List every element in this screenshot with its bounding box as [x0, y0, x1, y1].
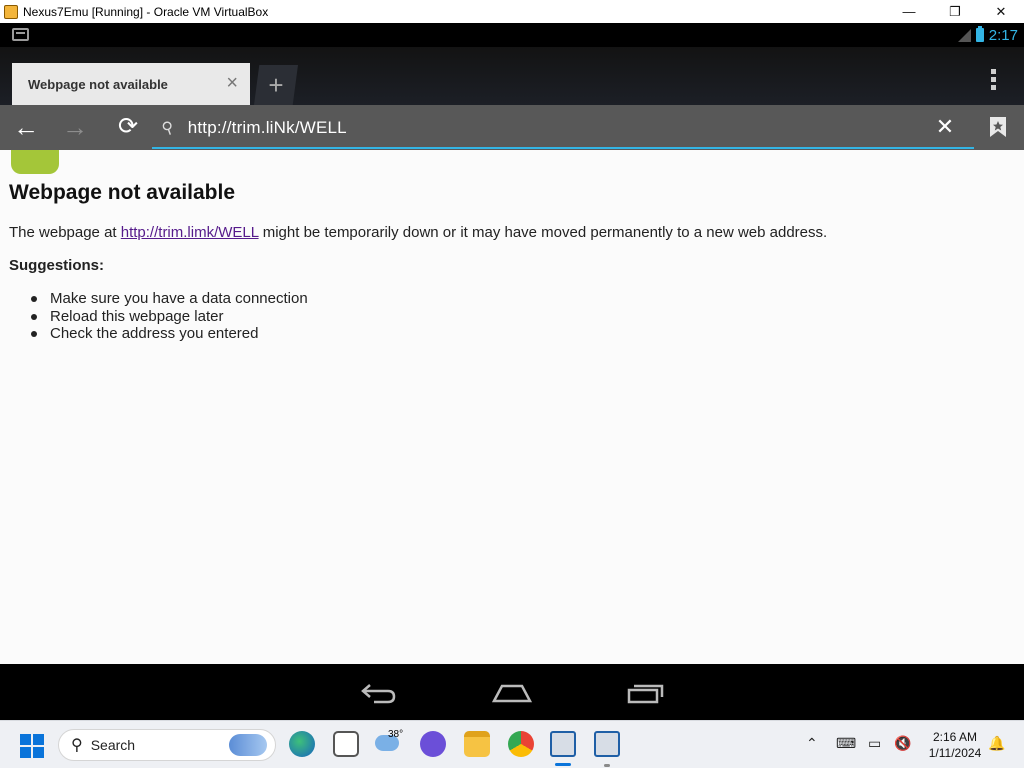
new-tab-button[interactable]: + — [254, 65, 298, 105]
search-highlight-icon — [229, 734, 267, 756]
clear-url-icon[interactable]: ✕ — [932, 113, 958, 141]
taskbar-search[interactable]: ⚲ Search — [58, 729, 276, 761]
clock-time: 2:16 AM — [932, 730, 978, 744]
chevron-up-icon[interactable]: ⌃ — [806, 735, 818, 752]
window-controls: — ❐ ✕ — [886, 0, 1024, 23]
web-content: Webpage not available The webpage at htt… — [0, 150, 1024, 664]
browser-tab-strip: Webpage not available × + — [0, 47, 1024, 105]
notification-bell-icon[interactable]: 🔔 — [988, 735, 1005, 752]
file-explorer-icon[interactable] — [464, 731, 490, 757]
close-window-button[interactable]: ✕ — [978, 0, 1024, 23]
minimize-button[interactable]: — — [886, 0, 932, 23]
back-icon[interactable]: ← — [12, 113, 40, 141]
android-status-bar: 2:17 — [0, 23, 1024, 47]
failed-url-link[interactable]: http://trim.limk/WELL — [121, 224, 259, 241]
error-text-after: might be temporarily down or it may have… — [258, 224, 828, 241]
windows-taskbar: ⚲ Search 38° ⌃ ⌨ ▭ 🔇 2:16 AM 1/11/2024 🔔 — [0, 720, 1024, 768]
overflow-menu-icon[interactable] — [991, 69, 996, 93]
android-nav-bar — [0, 664, 1024, 720]
signal-icon — [957, 28, 971, 42]
restore-button[interactable]: ❐ — [932, 0, 978, 23]
bookmark-icon[interactable] — [988, 113, 1008, 141]
running-app-indicator — [604, 764, 610, 767]
clock-date: 1/11/2024 — [928, 746, 982, 760]
battery-icon — [975, 26, 984, 42]
search-label: Search — [90, 737, 136, 753]
virtualbox-app-icon — [4, 4, 18, 19]
window-title: Nexus7Emu [Running] - Oracle VM VirtualB… — [23, 4, 269, 19]
nav-back-icon[interactable] — [360, 682, 398, 709]
meet-icon[interactable] — [420, 731, 446, 757]
tab-title: Webpage not available — [28, 76, 168, 92]
screenshot-notification-icon — [12, 28, 29, 41]
taskbar-clock[interactable]: 2:16 AM 1/11/2024 — [920, 729, 990, 761]
nav-recents-icon[interactable] — [627, 682, 665, 709]
list-item: Check the address you entered — [31, 325, 308, 343]
reload-icon[interactable]: ⟳ — [114, 113, 142, 141]
list-item: Reload this webpage later — [31, 308, 308, 326]
window-titlebar: Nexus7Emu [Running] - Oracle VM VirtualB… — [0, 0, 1024, 23]
list-item: Make sure you have a data connection — [31, 290, 308, 307]
error-description: The webpage at http://trim.limk/WELL mig… — [9, 224, 827, 241]
virtualbox-icon[interactable] — [594, 731, 620, 757]
display-icon[interactable]: ▭ — [868, 735, 881, 752]
url-input[interactable]: http://trim.liNk/WELL — [188, 118, 347, 138]
status-time: 2:17 — [988, 26, 1018, 44]
weather-temperature: 38° — [388, 729, 404, 740]
android-robot-icon — [11, 150, 59, 174]
suggestions-heading: Suggestions: — [9, 257, 105, 274]
status-right-group: 2:17 — [957, 23, 1018, 47]
search-icon: ⚲ — [159, 118, 177, 139]
suggestions-list: Make sure you have a data connection Rel… — [31, 290, 308, 343]
url-field[interactable]: ⚲ http://trim.liNk/WELL — [152, 109, 974, 149]
virtualbox-icon[interactable] — [550, 731, 576, 757]
forward-icon[interactable]: → — [61, 113, 89, 141]
page-title: Webpage not available — [9, 181, 236, 204]
edge-pre-icon[interactable] — [289, 731, 315, 757]
task-view-icon[interactable] — [333, 731, 359, 757]
active-app-indicator — [555, 763, 571, 766]
nav-home-icon[interactable] — [491, 682, 533, 709]
keyboard-icon[interactable]: ⌨ — [836, 735, 856, 752]
browser-tab[interactable]: Webpage not available × — [12, 63, 250, 105]
windows-start-icon[interactable] — [20, 734, 44, 758]
error-text-before: The webpage at — [9, 224, 121, 241]
tab-close-icon[interactable]: × — [226, 73, 238, 93]
search-icon: ⚲ — [71, 737, 83, 754]
volume-muted-icon[interactable]: 🔇 — [894, 735, 911, 752]
browser-toolbar: ← → ⟳ ⚲ http://trim.liNk/WELL ✕ — [0, 105, 1024, 150]
chrome-icon[interactable] — [508, 731, 534, 757]
